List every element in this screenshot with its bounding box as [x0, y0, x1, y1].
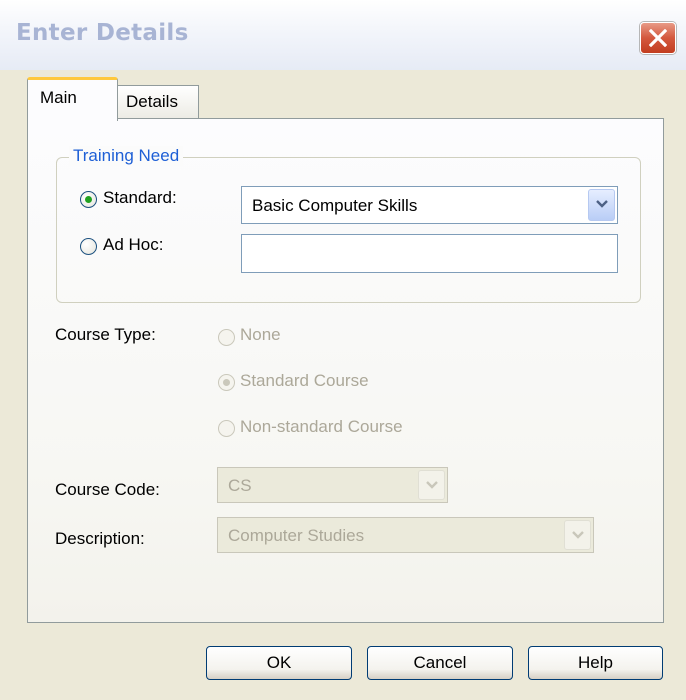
title-bar[interactable]: Enter Details: [0, 0, 686, 70]
course-type-none-label[interactable]: None: [240, 325, 281, 345]
enter-details-dialog: Enter Details Main Details Training Need…: [0, 0, 686, 700]
course-code-label: Course Code:: [55, 480, 160, 499]
standard-radio[interactable]: [80, 191, 97, 208]
chevron-down-icon: [596, 200, 608, 208]
standard-training-select[interactable]: Basic Computer Skills: [241, 186, 618, 224]
course-code-dropdown-button[interactable]: [418, 470, 445, 500]
tab-main-label: Main: [40, 88, 77, 107]
tab-main[interactable]: Main: [27, 77, 118, 121]
tab-details[interactable]: Details: [117, 85, 199, 119]
chevron-down-icon: [426, 481, 438, 489]
standard-label[interactable]: Standard:: [103, 188, 177, 208]
description-value: Computer Studies: [228, 526, 365, 545]
close-icon: [649, 29, 667, 47]
training-need-legend: Training Need: [69, 146, 184, 166]
course-type-label: Course Type:: [55, 325, 156, 344]
course-code-value: CS: [228, 476, 252, 495]
course-code-select[interactable]: CS: [217, 467, 448, 503]
description-select[interactable]: Computer Studies: [217, 517, 594, 553]
standard-training-dropdown-button[interactable]: [588, 189, 615, 221]
description-label: Description:: [55, 529, 145, 548]
help-button[interactable]: Help: [528, 646, 663, 680]
course-type-standard-label[interactable]: Standard Course: [240, 371, 369, 391]
chevron-down-icon: [572, 531, 584, 539]
standard-training-value: Basic Computer Skills: [252, 196, 418, 215]
course-type-nonstandard-radio[interactable]: [218, 420, 235, 437]
course-type-none-radio[interactable]: [218, 329, 235, 346]
adhoc-radio[interactable]: [80, 238, 97, 255]
adhoc-input[interactable]: [241, 234, 618, 273]
course-type-nonstandard-label[interactable]: Non-standard Course: [240, 417, 403, 437]
window-title: Enter Details: [16, 20, 189, 46]
main-tab-panel: Training Need Standard: Basic Computer S…: [27, 118, 664, 623]
tab-details-label: Details: [126, 92, 178, 111]
adhoc-label[interactable]: Ad Hoc:: [103, 235, 163, 255]
description-dropdown-button[interactable]: [564, 520, 591, 550]
close-button[interactable]: [640, 22, 676, 54]
course-type-standard-radio[interactable]: [218, 374, 235, 391]
training-need-group: Training Need Standard: Basic Computer S…: [56, 146, 641, 303]
cancel-button[interactable]: Cancel: [367, 646, 513, 680]
ok-button[interactable]: OK: [206, 646, 352, 680]
